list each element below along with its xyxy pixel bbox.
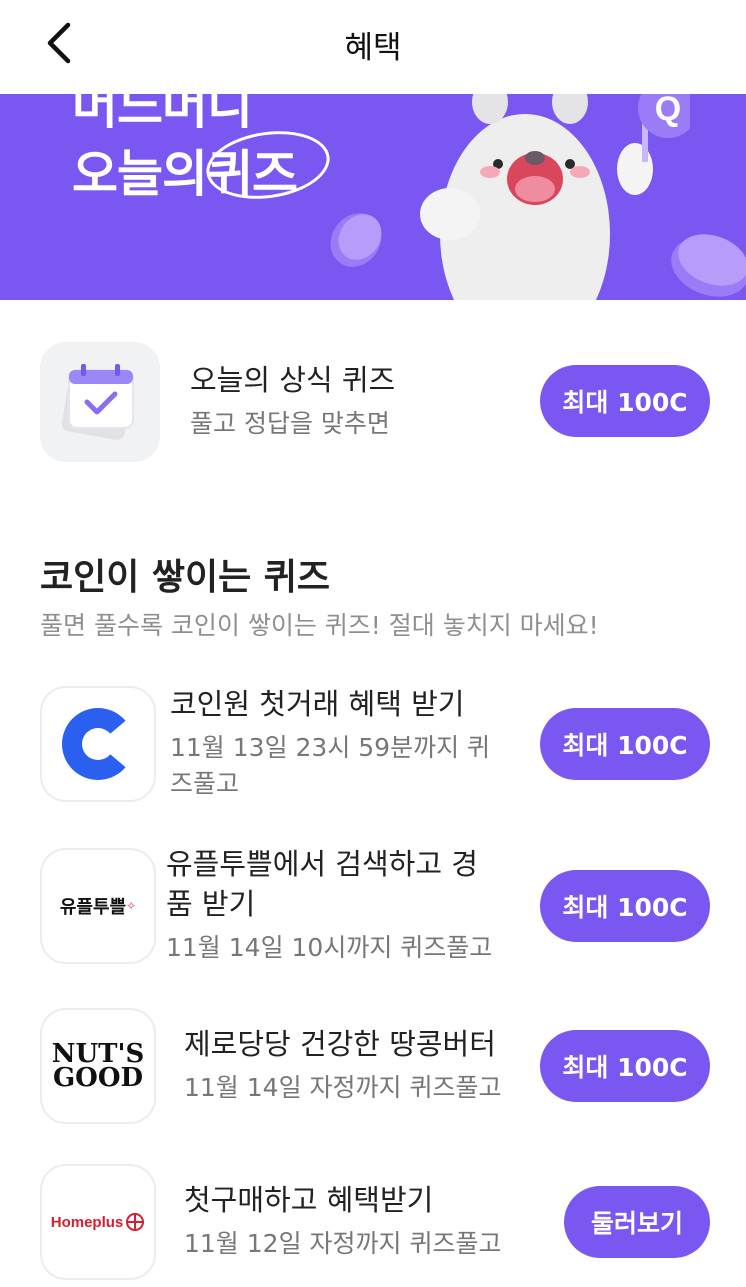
coin-icon — [671, 234, 746, 297]
quiz-row-nutsgood[interactable]: NUT'S GOOD 제로당당 건강한 땅콩버터 11월 14일 자정까지 퀴즈… — [0, 1008, 746, 1124]
quiz-subtitle-continued: 즈풀고 — [170, 769, 240, 798]
daily-quiz-subtitle: 풀고 정답을 맞추면 — [190, 409, 390, 438]
quiz-title: 첫구매하고 혜택받기 — [184, 1183, 434, 1217]
section-title: 코인이 쌓이는 퀴즈 — [40, 557, 331, 598]
quiz-banner[interactable]: 머느머니 오늘의퀴즈 Q — [0, 94, 746, 300]
daily-quiz-thumbnail — [40, 342, 160, 462]
calendar-check-icon — [61, 364, 134, 440]
quiz-title-continued: 품 받기 — [166, 887, 256, 921]
coinone-logo — [40, 686, 156, 802]
daily-quiz-title: 오늘의 상식 퀴즈 — [190, 363, 396, 397]
quiz-title: 제로당당 건강한 땅콩버터 — [184, 1027, 496, 1061]
browse-button[interactable]: 둘러보기 — [564, 1186, 710, 1258]
mascot-illustration: Q — [420, 94, 690, 300]
quiz-reward-button[interactable]: 최대 100C — [540, 870, 710, 942]
top-header: 혜택 — [0, 0, 746, 94]
homeplus-logo-text: Homeplus — [50, 1213, 124, 1231]
nutsgood-logo: NUT'S GOOD — [40, 1008, 156, 1124]
daily-quiz-row[interactable]: 오늘의 상식 퀴즈 풀고 정답을 맞추면 최대 100C — [0, 340, 746, 464]
quiz-subtitle: 11월 14일 자정까지 퀴즈풀고 — [184, 1073, 502, 1102]
quiz-row-homeplus[interactable]: Homeplus 첫구매하고 혜택받기 11월 12일 자정까지 퀴즈풀고 둘러… — [0, 1164, 746, 1280]
quiz-reward-button[interactable]: 최대 100C — [540, 708, 710, 780]
homeplus-symbol-icon — [126, 1213, 145, 1231]
page-title: 혜택 — [344, 30, 402, 66]
mascot-q-letter: Q — [655, 94, 681, 128]
banner-headline-prefix: 오늘의 — [72, 145, 208, 203]
uplus-logo: 유플투쁠 ✧ — [40, 848, 156, 964]
quiz-subtitle: 11월 12일 자정까지 퀴즈풀고 — [184, 1229, 502, 1258]
sparkle-icon: ✧ — [126, 899, 137, 913]
quiz-reward-button[interactable]: 최대 100C — [540, 1030, 710, 1102]
uplus-logo-text: 유플투쁠 — [59, 897, 127, 918]
quiz-row-coinone[interactable]: 코인원 첫거래 혜택 받기 11월 13일 23시 59분까지 퀴 즈풀고 최대… — [0, 686, 746, 802]
quiz-title: 유플투쁠에서 검색하고 경 — [166, 847, 478, 881]
quiz-subtitle: 11월 14일 10시까지 퀴즈풀고 — [166, 933, 493, 962]
banner-brand-text: 머느머니 — [72, 94, 253, 135]
coin-icon — [330, 213, 382, 267]
quiz-subtitle: 11월 13일 23시 59분까지 퀴 — [170, 733, 491, 762]
quiz-title: 코인원 첫거래 혜택 받기 — [170, 687, 465, 721]
nutsgood-logo-line2: GOOD — [52, 1063, 144, 1093]
daily-quiz-reward-button[interactable]: 최대 100C — [540, 365, 710, 437]
section-subtitle: 풀면 풀수록 코인이 쌓이는 퀴즈! 절대 놓치지 마세요! — [40, 611, 599, 640]
coinone-logo-icon — [62, 708, 136, 780]
homeplus-logo: Homeplus — [40, 1164, 156, 1280]
quiz-row-uplus[interactable]: 유플투쁠 ✧ 유플투쁠에서 검색하고 경 품 받기 11월 14일 10시까지 … — [0, 847, 746, 964]
